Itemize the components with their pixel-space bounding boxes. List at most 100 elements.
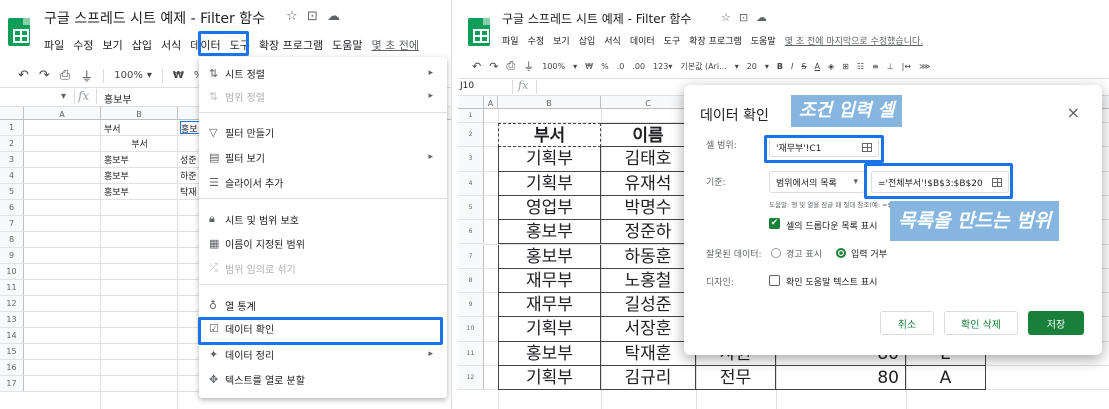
merge-cells-icon[interactable]: ☷ [857, 62, 864, 71]
cell-name[interactable]: 김규리 [601, 366, 696, 391]
row-header[interactable]: 16 [0, 360, 24, 376]
cell-b4[interactable]: 홍보부 [101, 169, 178, 182]
row-header[interactable]: 3 [0, 152, 24, 168]
font-family-select[interactable]: 기본값 (Ari... [680, 61, 726, 72]
row-header[interactable]: 11 [0, 280, 24, 296]
cell-dept[interactable]: 영업부 [498, 195, 601, 221]
cell-title[interactable]: 전무 [696, 366, 776, 391]
menu-insert[interactable]: 삽입 [132, 37, 152, 53]
cell-c4[interactable]: 하준 [180, 169, 197, 182]
menu-item-named-range[interactable]: ▦ 이름이 지정된 범위 [199, 232, 447, 254]
cell-c5[interactable]: 탁재 [180, 185, 197, 198]
redo-icon[interactable]: ↷ [39, 68, 50, 83]
menu-view[interactable]: 보기 [553, 34, 570, 47]
undo-icon[interactable]: ↶ [18, 68, 29, 83]
cell-b1[interactable]: 부서 [101, 122, 178, 135]
redo-icon[interactable]: ↷ [489, 60, 498, 73]
row-header[interactable]: 12 [0, 296, 24, 312]
font-size-select[interactable]: 20 [747, 62, 757, 71]
row-header[interactable]: 6 [458, 220, 484, 245]
document-title[interactable]: 구글 스프레드 시트 예제 - Filter 함수 [502, 10, 691, 27]
select-all-corner[interactable] [458, 96, 484, 108]
vertical-align-icon[interactable]: ⊥ [887, 62, 894, 71]
row-header[interactable]: 6 [0, 200, 24, 216]
text-wrap-icon[interactable]: |↔ [902, 62, 911, 71]
undo-icon[interactable]: ↶ [472, 60, 481, 73]
cell-name[interactable]: 유재석 [601, 171, 696, 196]
row-header[interactable]: 5 [458, 195, 484, 221]
row-header[interactable]: 2 [0, 136, 24, 152]
currency-format-button[interactable]: ₩ [173, 70, 184, 81]
folder-icon[interactable]: ⊡ [739, 11, 748, 24]
cell-dept[interactable]: 재무부 [498, 293, 601, 318]
column-header-b[interactable]: B [498, 96, 601, 108]
horizontal-align-icon[interactable]: ≡ [872, 62, 879, 71]
paint-format-icon[interactable]: ⏚ [80, 66, 93, 85]
cell-b2[interactable]: 부서 [101, 137, 178, 150]
menu-insert[interactable]: 삽입 [579, 34, 596, 47]
menu-format[interactable]: 서식 [161, 37, 181, 53]
row-header[interactable]: 1 [0, 120, 24, 136]
column-header-a[interactable]: A [24, 107, 101, 119]
zoom-select[interactable]: 100% [114, 70, 143, 81]
cell-name[interactable]: 서장훈 [601, 317, 696, 342]
cell-name[interactable]: 박명수 [601, 195, 696, 221]
row-header[interactable]: 17 [0, 376, 24, 392]
row-header[interactable]: 12 [458, 366, 484, 391]
row-header[interactable]: 13 [0, 312, 24, 328]
bold-button[interactable]: B [777, 62, 783, 71]
cell-dept[interactable]: 기획부 [498, 147, 601, 172]
menu-item-data-cleanup[interactable]: ✦ 데이터 정리 ▸ [199, 343, 447, 365]
cloud-icon[interactable]: ☁ [327, 9, 340, 24]
cell-score[interactable]: 80 [776, 366, 906, 391]
row-header[interactable]: 10 [458, 317, 484, 342]
row-header[interactable]: 9 [458, 293, 484, 318]
menu-view[interactable]: 보기 [103, 37, 123, 53]
menu-item-slicer[interactable]: ☰ 슬라이서 추가 [199, 171, 447, 193]
cell-dept[interactable]: 홍보부 [498, 220, 601, 245]
column-header-a[interactable]: A [484, 96, 498, 108]
row-header[interactable]: 8 [458, 268, 484, 294]
cell-dept[interactable]: 홍보부 [498, 244, 601, 269]
menu-data[interactable]: 데이터 [630, 34, 655, 47]
help-text-checkbox[interactable] [769, 275, 780, 286]
text-rotation-icon[interactable]: ⋙ [919, 62, 930, 71]
row-header[interactable]: 1 [458, 109, 484, 123]
last-edit-link[interactable]: 몇 초 전에 [371, 37, 418, 53]
document-title[interactable]: 구글 스프레드 시트 예제 - Filter 함수 [44, 8, 265, 28]
print-icon[interactable]: ⎙ [60, 68, 70, 83]
formula-input[interactable]: 홍보부 [104, 91, 132, 106]
fill-color-icon[interactable]: ◈ [828, 62, 834, 71]
row-header[interactable]: 7 [458, 244, 484, 269]
last-edit-link[interactable]: 몇 초 전에 마지막으로 수정했습니다. [785, 34, 924, 47]
remove-validation-button[interactable]: 확인 삭제 [944, 311, 1018, 335]
cell-b3[interactable]: 홍보부 [101, 153, 178, 166]
zoom-dropdown-icon[interactable]: ▾ [147, 70, 152, 81]
cell-b5[interactable]: 홍보부 [101, 185, 178, 198]
save-button[interactable]: 저장 [1028, 311, 1084, 335]
menu-format[interactable]: 서식 [604, 34, 621, 47]
row-header[interactable]: 9 [0, 248, 24, 264]
select-all-corner[interactable] [0, 107, 24, 119]
sheets-logo-icon[interactable] [8, 18, 30, 46]
menu-item-sort[interactable]: ⇅ 시트 정렬 ▸ [199, 62, 447, 84]
menu-file[interactable]: 파일 [44, 37, 64, 53]
text-color-button[interactable]: A [814, 62, 819, 71]
row-header[interactable]: 5 [0, 184, 24, 200]
cell-name[interactable]: 김태호 [601, 147, 696, 172]
menu-item-lock[interactable]: 🔒︎ 시트 및 범위 보호 [199, 208, 447, 230]
cell-name[interactable]: 탁재훈 [601, 341, 696, 366]
row-header[interactable]: 4 [0, 168, 24, 184]
menu-tools[interactable]: 도구 [664, 34, 681, 47]
more-formats-button[interactable]: 123▾ [653, 62, 672, 71]
star-icon[interactable]: ☆ [721, 11, 731, 24]
menu-item-column-stats[interactable]: ♁ 열 통계 [199, 294, 447, 316]
row-header[interactable]: 4 [458, 171, 484, 196]
cell-dept[interactable]: 기획부 [498, 171, 601, 196]
currency-format-button[interactable]: ₩ [585, 62, 593, 71]
zoom-select[interactable]: 100% [542, 62, 565, 71]
menu-item-filter-view[interactable]: ▤ 필터 보기 ▸ [199, 146, 447, 168]
strikethrough-button[interactable]: S [801, 62, 806, 71]
cell-name[interactable]: 노홍철 [601, 268, 696, 294]
cell-dept[interactable]: 기획부 [498, 366, 601, 391]
